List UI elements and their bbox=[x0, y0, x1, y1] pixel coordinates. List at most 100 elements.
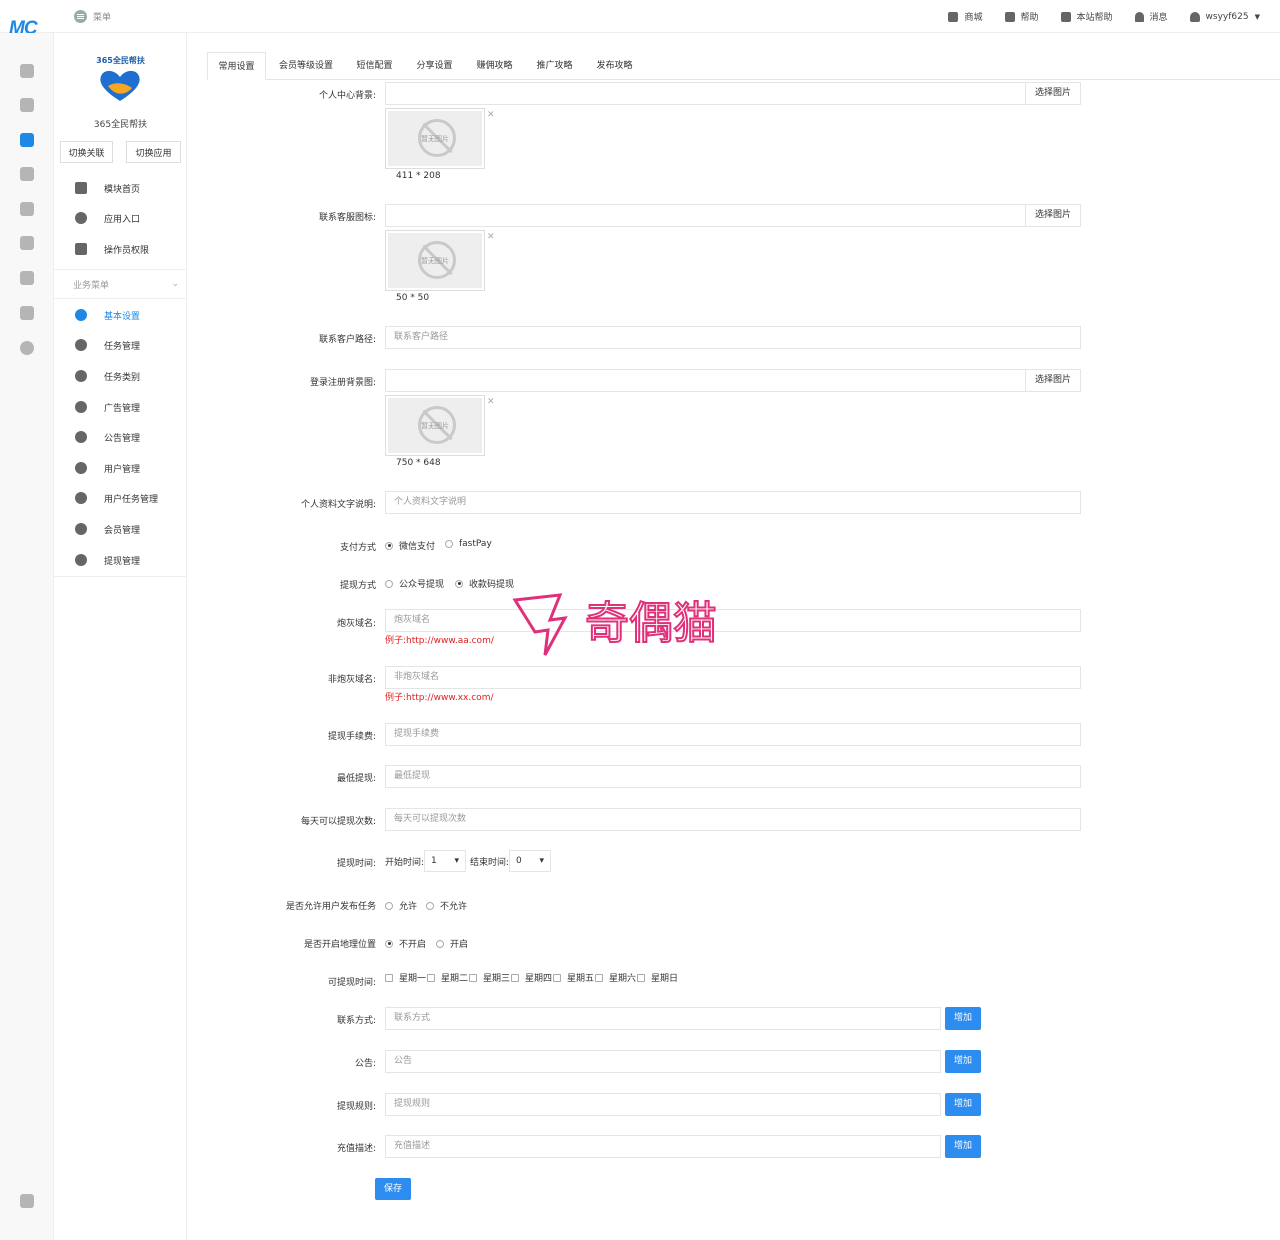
day-mon-checkbox[interactable]: 星期一 bbox=[385, 971, 426, 984]
module-icon[interactable] bbox=[20, 133, 34, 147]
service-icon-pick-button[interactable]: 选择图片 bbox=[1025, 205, 1080, 226]
document-icon bbox=[75, 243, 87, 255]
users-icon[interactable] bbox=[20, 236, 34, 250]
sidebar-item-basic-settings[interactable]: 基本设置 bbox=[54, 300, 187, 330]
tab-earn-guide[interactable]: 赚佣攻略 bbox=[467, 52, 522, 80]
tab-share-settings[interactable]: 分享设置 bbox=[407, 52, 462, 80]
sidebar-item-ad-management[interactable]: 广告管理 bbox=[54, 392, 187, 422]
contact-input[interactable]: 联系方式 bbox=[385, 1007, 941, 1030]
day-wed-checkbox[interactable]: 星期三 bbox=[469, 971, 510, 984]
pay-fastpay-radio[interactable]: fastPay bbox=[445, 539, 492, 549]
sidebar-item-notice-management[interactable]: 公告管理 bbox=[54, 422, 187, 452]
tab-member-level[interactable]: 会员等级设置 bbox=[271, 52, 341, 80]
bg-image-field[interactable]: 选择图片 bbox=[385, 82, 1081, 105]
bg-size-hint: 411 * 208 bbox=[396, 171, 441, 181]
allow-publish-no-radio[interactable]: 不允许 bbox=[426, 899, 467, 912]
user-menu[interactable]: wsyyf625 ▼ bbox=[1189, 11, 1260, 22]
service-icon-thumbnail: 暂无图片 bbox=[385, 230, 485, 291]
nav-site-help-label: 本站帮助 bbox=[1076, 13, 1113, 23]
geo-off-radio[interactable]: 不开启 bbox=[385, 937, 426, 950]
plugins-icon[interactable] bbox=[20, 167, 34, 181]
switch-app-button[interactable]: 切换应用 bbox=[126, 141, 181, 163]
tab-sms-config[interactable]: 短信配置 bbox=[347, 52, 402, 80]
remove-image-icon[interactable]: ✕ bbox=[487, 110, 495, 120]
start-time-select[interactable]: 1 ▾ bbox=[424, 850, 467, 872]
gear-icon bbox=[75, 401, 87, 413]
nav-help[interactable]: 帮助 bbox=[1004, 10, 1039, 23]
day-sat-checkbox[interactable]: 星期六 bbox=[595, 971, 636, 984]
radio-label: 不开启 bbox=[399, 940, 427, 950]
nav-store[interactable]: 商城 bbox=[948, 10, 983, 23]
end-time-value: 0 bbox=[516, 856, 522, 866]
menu-toggle[interactable]: 菜单 bbox=[74, 10, 111, 23]
remove-image-icon[interactable]: ✕ bbox=[487, 397, 495, 407]
pay-label: 支付方式 bbox=[339, 543, 376, 553]
recharge-add-button[interactable]: 增加 bbox=[945, 1135, 981, 1158]
withdraw-qrcode-radio[interactable]: 收款码提现 bbox=[455, 577, 514, 590]
save-button[interactable]: 保存 bbox=[375, 1178, 411, 1200]
watermark-logo: 奇偶猫 bbox=[512, 593, 718, 656]
rule-input[interactable]: 提现规则 bbox=[385, 1093, 941, 1116]
business-menu-header[interactable]: 业务菜单 ⌄ bbox=[54, 269, 187, 299]
home-icon[interactable] bbox=[20, 64, 34, 78]
bg-pick-button[interactable]: 选择图片 bbox=[1025, 83, 1080, 104]
radio-checked bbox=[385, 541, 393, 550]
recharge-input[interactable]: 充值描述 bbox=[385, 1135, 941, 1158]
min-withdraw-input[interactable]: 最低提现 bbox=[385, 765, 1081, 788]
fee-input[interactable]: 提现手续费 bbox=[385, 723, 1081, 746]
notice-add-button[interactable]: 增加 bbox=[945, 1050, 981, 1073]
non-ash-domain-input[interactable]: 非炮灰域名 bbox=[385, 666, 1081, 689]
ash-domain-hint: 例子:http://www.aa.com/ bbox=[385, 636, 494, 646]
checkbox-unchecked bbox=[469, 973, 477, 982]
start-time-value: 1 bbox=[431, 856, 437, 866]
login-bg-field[interactable]: 选择图片 bbox=[385, 369, 1081, 392]
nav-messages[interactable]: 消息 bbox=[1134, 10, 1168, 23]
service-path-input[interactable]: 联系客户路径 bbox=[385, 326, 1081, 349]
checkbox-label: 星期六 bbox=[609, 974, 637, 984]
allow-publish-yes-radio[interactable]: 允许 bbox=[385, 899, 417, 912]
start-time-group: 开始时间: 1 ▾ bbox=[385, 850, 467, 872]
withdraw-official-radio[interactable]: 公众号提现 bbox=[385, 577, 444, 590]
checkbox-unchecked bbox=[595, 973, 603, 982]
nav-help-label: 帮助 bbox=[1020, 13, 1039, 23]
non-ash-domain-hint: 例子:http://www.xx.com/ bbox=[385, 693, 494, 703]
service-path-label: 联系客户路径: bbox=[318, 335, 376, 345]
contact-add-button[interactable]: 增加 bbox=[945, 1007, 981, 1030]
notice-input[interactable]: 公告 bbox=[385, 1050, 941, 1073]
rule-add-button[interactable]: 增加 bbox=[945, 1093, 981, 1116]
gear-icon bbox=[75, 309, 87, 321]
menu-label: 菜单 bbox=[93, 13, 112, 23]
account-icon[interactable] bbox=[20, 271, 34, 285]
day-fri-checkbox[interactable]: 星期五 bbox=[553, 971, 594, 984]
checkbox-unchecked bbox=[637, 973, 645, 982]
home-icon bbox=[75, 182, 87, 194]
tab-promo-guide[interactable]: 推广攻略 bbox=[527, 52, 582, 80]
no-image-text: 暂无图片 bbox=[421, 422, 449, 430]
service-icon-label: 联系客服图标: bbox=[318, 213, 376, 223]
geo-on-radio[interactable]: 开启 bbox=[436, 937, 468, 950]
pay-wechat-radio[interactable]: 微信支付 bbox=[385, 539, 435, 552]
tab-common-settings[interactable]: 常用设置 bbox=[207, 52, 266, 80]
tab-publish-guide[interactable]: 发布攻略 bbox=[587, 52, 642, 80]
monitor-icon[interactable] bbox=[20, 306, 34, 320]
daily-times-input[interactable]: 每天可以提现次数 bbox=[385, 808, 1081, 831]
sidebar-item-module-home[interactable]: 模块首页 bbox=[54, 173, 187, 203]
sidebar-item-label: 基本设置 bbox=[104, 311, 141, 322]
day-sun-checkbox[interactable]: 星期日 bbox=[637, 971, 678, 984]
sidebar-item-user-management[interactable]: 用户管理 bbox=[54, 453, 187, 483]
nav-site-help[interactable]: 本站帮助 bbox=[1060, 10, 1113, 23]
profile-text-input[interactable]: 个人资料文字说明 bbox=[385, 491, 1081, 514]
switch-link-button[interactable]: 切换关联 bbox=[60, 141, 113, 163]
login-bg-pick-button[interactable]: 选择图片 bbox=[1025, 370, 1080, 391]
end-time-select[interactable]: 0 ▾ bbox=[509, 850, 552, 872]
bell-icon bbox=[1134, 11, 1144, 22]
help-icon bbox=[1004, 11, 1015, 22]
sidebar-item-operator-permissions[interactable]: 操作员权限 bbox=[54, 234, 187, 264]
radio-label: 允许 bbox=[399, 902, 418, 912]
day-thu-checkbox[interactable]: 星期四 bbox=[511, 971, 552, 984]
day-tue-checkbox[interactable]: 星期二 bbox=[427, 971, 468, 984]
lock-icon[interactable] bbox=[20, 1194, 34, 1208]
remove-image-icon[interactable]: ✕ bbox=[487, 232, 495, 242]
service-icon-field[interactable]: 选择图片 bbox=[385, 204, 1081, 227]
menu-icon bbox=[74, 10, 87, 23]
